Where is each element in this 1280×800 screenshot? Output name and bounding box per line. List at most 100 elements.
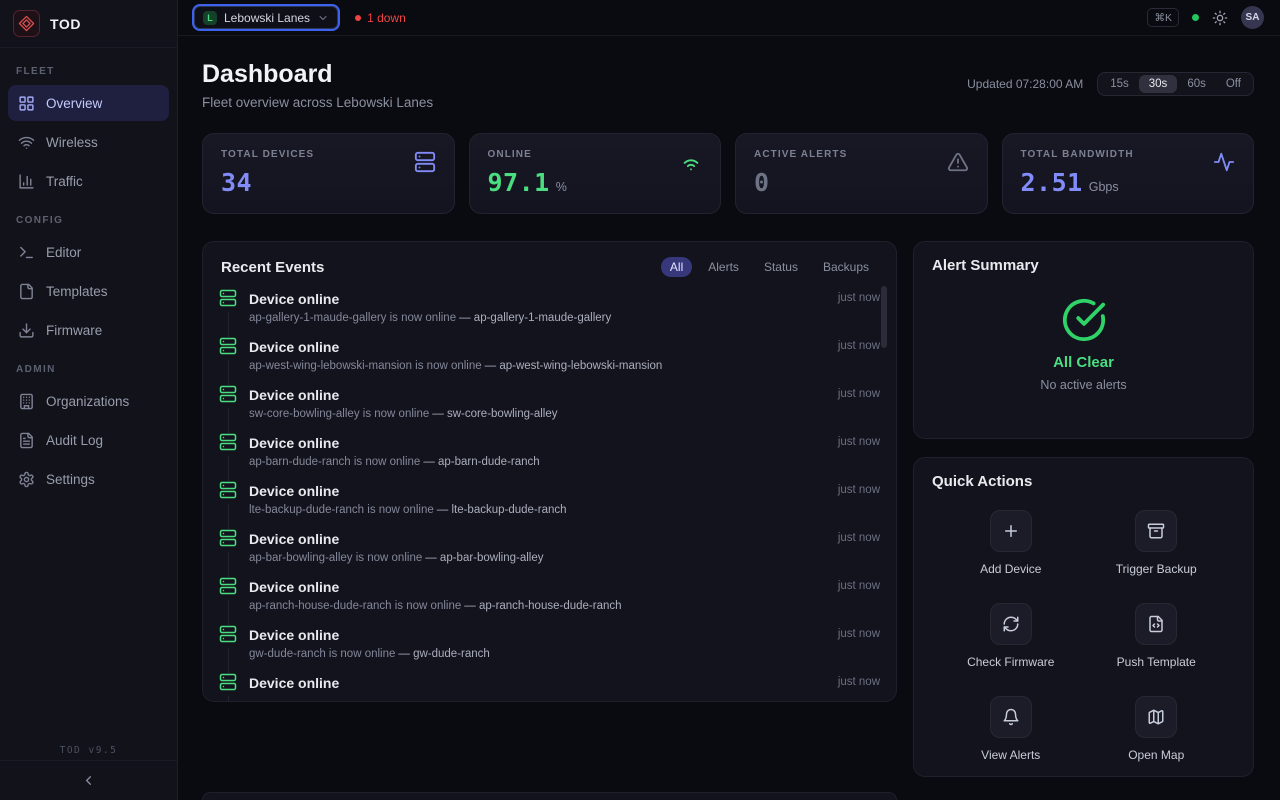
event-device-ref: — ap-west-wing-lebowski-mansion bbox=[485, 360, 663, 372]
event-detail bbox=[249, 696, 826, 702]
check-circle-icon bbox=[1061, 297, 1107, 343]
server-icon bbox=[219, 673, 237, 691]
interval-15s[interactable]: 15s bbox=[1100, 75, 1139, 93]
stat-value: 97.1 bbox=[488, 168, 550, 197]
event-message: lte-backup-dude-ranch is now online bbox=[249, 504, 434, 516]
event-content: Device online lte-backup-dude-ranch is n… bbox=[249, 481, 826, 529]
grid-icon bbox=[18, 95, 35, 112]
command-palette-shortcut[interactable]: ⌘K bbox=[1147, 8, 1179, 27]
event-row[interactable]: Device online ap-west-wing-lebowski-mans… bbox=[219, 337, 880, 385]
event-time: just now bbox=[838, 385, 880, 433]
sidebar-item-settings[interactable]: Settings bbox=[8, 461, 169, 497]
sidebar-item-templates[interactable]: Templates bbox=[8, 273, 169, 309]
sidebar-item-overview[interactable]: Overview bbox=[8, 85, 169, 121]
app-version: TOD v9.5 bbox=[0, 745, 177, 756]
main-area: L Lebowski Lanes 1 down ⌘K SA Dashboard … bbox=[178, 0, 1280, 800]
terminal-icon bbox=[18, 244, 35, 261]
timeline-connector bbox=[228, 408, 229, 433]
quick-action-check-firmware[interactable]: Check Firmware bbox=[938, 603, 1084, 669]
timeline-connector bbox=[228, 552, 229, 577]
next-panel-peek bbox=[202, 792, 897, 800]
event-rail bbox=[219, 673, 237, 702]
app-root: TOD FLEET Overview Wireless Traffic CONF… bbox=[0, 0, 1280, 800]
event-row[interactable]: Device online ap-bar-bowling-alley is no… bbox=[219, 529, 880, 577]
event-content: Device online ap-ranch-house-dude-ranch … bbox=[249, 577, 826, 625]
quick-action-open-map[interactable]: Open Map bbox=[1084, 696, 1230, 762]
server-icon bbox=[219, 625, 237, 643]
topbar: L Lebowski Lanes 1 down ⌘K SA bbox=[178, 0, 1280, 36]
user-avatar[interactable]: SA bbox=[1241, 6, 1264, 29]
page-title: Dashboard bbox=[202, 60, 433, 88]
stat-active-alerts: ACTIVE ALERTS 0 bbox=[735, 133, 988, 214]
event-detail: lte-backup-dude-ranch is now online— lte… bbox=[249, 504, 826, 516]
building-icon bbox=[18, 393, 35, 410]
event-content: Device online ap-bar-bowling-alley is no… bbox=[249, 529, 826, 577]
sidebar-item-label: Settings bbox=[46, 472, 95, 487]
event-row[interactable]: Device online gw-dude-ranch is now onlin… bbox=[219, 625, 880, 673]
down-status: 1 down bbox=[355, 11, 406, 25]
interval-off[interactable]: Off bbox=[1216, 75, 1251, 93]
sun-icon bbox=[1212, 10, 1228, 26]
file-icon bbox=[18, 283, 35, 300]
event-rail bbox=[219, 385, 237, 433]
event-device-ref: — ap-gallery-1-maude-gallery bbox=[459, 312, 611, 324]
map-icon bbox=[1135, 696, 1177, 738]
sidebar-item-firmware[interactable]: Firmware bbox=[8, 312, 169, 348]
sidebar-item-label: Templates bbox=[46, 284, 108, 299]
app-logo-icon bbox=[13, 10, 40, 37]
server-icon bbox=[219, 577, 237, 595]
sidebar-collapse-button[interactable] bbox=[0, 760, 177, 800]
event-row[interactable]: Device online ap-barn-dude-ranch is now … bbox=[219, 433, 880, 481]
event-device-ref: — ap-barn-dude-ranch bbox=[423, 456, 539, 468]
sidebar-item-wireless[interactable]: Wireless bbox=[8, 124, 169, 160]
stat-value: 34 bbox=[221, 168, 252, 197]
interval-60s[interactable]: 60s bbox=[1177, 75, 1216, 93]
nav-section-fleet: FLEET bbox=[16, 66, 161, 77]
event-row[interactable]: Device online sw-core-bowling-alley is n… bbox=[219, 385, 880, 433]
event-title: Device online bbox=[249, 337, 826, 356]
timeline-connector bbox=[228, 600, 229, 625]
server-icon bbox=[219, 481, 237, 499]
panel-title: Alert Summary bbox=[932, 257, 1039, 274]
tab-all[interactable]: All bbox=[661, 257, 692, 277]
org-selector[interactable]: L Lebowski Lanes bbox=[194, 6, 338, 29]
sidebar-item-editor[interactable]: Editor bbox=[8, 234, 169, 270]
alert-summary-header: Alert Summary bbox=[914, 242, 1253, 284]
recent-events-header: Recent Events All Alerts Status Backups bbox=[203, 242, 896, 287]
quick-action-trigger-backup[interactable]: Trigger Backup bbox=[1084, 510, 1230, 576]
quick-action-view-alerts[interactable]: View Alerts bbox=[938, 696, 1084, 762]
stat-label: TOTAL DEVICES bbox=[221, 149, 436, 160]
event-row[interactable]: Device online ap-gallery-1-maude-gallery… bbox=[219, 289, 880, 337]
event-detail: ap-west-wing-lebowski-mansion is now onl… bbox=[249, 360, 826, 372]
gear-icon bbox=[18, 471, 35, 488]
event-title: Device online bbox=[249, 289, 826, 308]
quick-action-push-template[interactable]: Push Template bbox=[1084, 603, 1230, 669]
stat-value: 2.51 bbox=[1021, 168, 1083, 197]
bar-chart-icon bbox=[18, 173, 35, 190]
alert-summary-panel: Alert Summary All Clear No active alerts bbox=[913, 241, 1254, 439]
event-row[interactable]: Device online just now bbox=[219, 673, 880, 702]
stat-total-bandwidth: TOTAL BANDWIDTH 2.51 Gbps bbox=[1002, 133, 1255, 214]
event-title: Device online bbox=[249, 433, 826, 452]
event-title: Device online bbox=[249, 673, 826, 692]
sidebar-header: TOD bbox=[0, 0, 177, 48]
event-row[interactable]: Device online lte-backup-dude-ranch is n… bbox=[219, 481, 880, 529]
nav-section-config: CONFIG bbox=[16, 215, 161, 226]
archive-icon bbox=[1135, 510, 1177, 552]
quick-action-add-device[interactable]: Add Device bbox=[938, 510, 1084, 576]
theme-toggle-button[interactable] bbox=[1212, 10, 1228, 26]
refresh-controls: Updated 07:28:00 AM 15s 30s 60s Off bbox=[967, 72, 1254, 96]
sidebar-item-organizations[interactable]: Organizations bbox=[8, 383, 169, 419]
sidebar-item-audit-log[interactable]: Audit Log bbox=[8, 422, 169, 458]
event-rail bbox=[219, 337, 237, 385]
scrollbar-thumb[interactable] bbox=[881, 286, 887, 348]
updated-timestamp: Updated 07:28:00 AM bbox=[967, 77, 1083, 91]
interval-30s[interactable]: 30s bbox=[1139, 75, 1178, 93]
tab-alerts[interactable]: Alerts bbox=[699, 257, 748, 277]
tab-backups[interactable]: Backups bbox=[814, 257, 878, 277]
sidebar-item-traffic[interactable]: Traffic bbox=[8, 163, 169, 199]
event-row[interactable]: Device online ap-ranch-house-dude-ranch … bbox=[219, 577, 880, 625]
connection-status-dot bbox=[1192, 14, 1199, 21]
tab-status[interactable]: Status bbox=[755, 257, 807, 277]
sidebar-item-label: Overview bbox=[46, 96, 102, 111]
